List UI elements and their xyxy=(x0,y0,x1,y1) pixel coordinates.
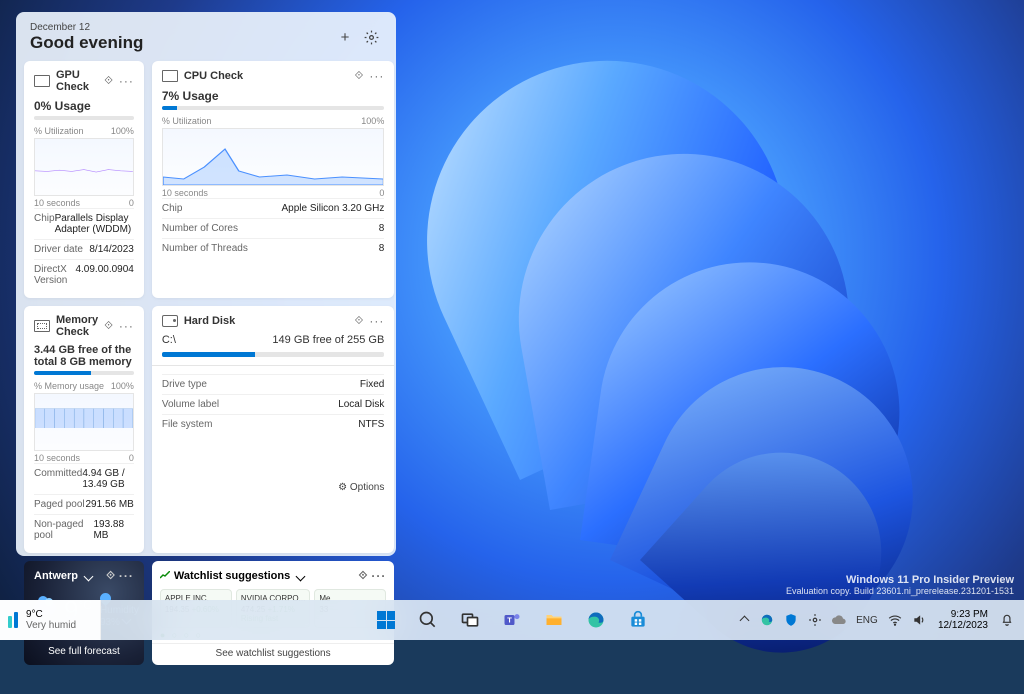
info-row: Driver date8/14/2023 xyxy=(34,239,134,259)
memory-chart xyxy=(34,393,134,451)
store-icon[interactable] xyxy=(619,601,657,639)
taskbar-weather-widget[interactable]: 9°C Very humid xyxy=(0,600,101,640)
panel-date: December 12 xyxy=(30,22,143,33)
info-row: ChipApple Silicon 3.20 GHz xyxy=(162,198,384,218)
pin-icon[interactable]: ⟐ xyxy=(104,75,113,88)
pin-icon[interactable]: ⟐ xyxy=(104,320,113,333)
tray-cloud-icon[interactable] xyxy=(828,600,850,640)
disk-free: 149 GB free of 255 GB xyxy=(272,334,384,346)
chevron-down-icon xyxy=(84,571,94,581)
info-row: Number of Threads8 xyxy=(162,238,384,258)
info-row: Paged pool291.56 MB xyxy=(34,494,134,514)
taskbar: 9°C Very humid T ENG 9:23 PM 12/12/2023 xyxy=(0,600,1024,640)
system-tray: ENG 9:23 PM 12/12/2023 xyxy=(732,600,1024,640)
tray-network-icon[interactable] xyxy=(884,600,906,640)
chevron-down-icon[interactable] xyxy=(296,571,306,581)
memory-summary: 3.44 GB free of the total 8 GB memory xyxy=(34,344,134,368)
pin-icon[interactable]: ⟐ xyxy=(106,570,115,583)
info-row: Non-paged pool193.88 MB xyxy=(34,514,134,545)
info-row: Number of Cores8 xyxy=(162,218,384,238)
see-full-forecast-link[interactable]: See full forecast xyxy=(24,646,144,657)
search-button[interactable] xyxy=(409,601,447,639)
more-icon[interactable]: ··· xyxy=(369,314,384,328)
more-icon[interactable]: ··· xyxy=(371,569,386,583)
cpu-widget: CPU Check ⟐ ··· 7% Usage % Utilization10… xyxy=(152,61,394,298)
more-icon[interactable]: ··· xyxy=(119,319,134,333)
panel-greeting: Good evening xyxy=(30,33,143,53)
cpu-icon xyxy=(162,70,178,82)
tray-clock[interactable]: 9:23 PM 12/12/2023 xyxy=(932,609,994,631)
gpu-chart xyxy=(34,138,134,196)
tray-notifications-icon[interactable] xyxy=(996,600,1018,640)
pin-icon[interactable]: ⟐ xyxy=(355,70,364,83)
trend-icon xyxy=(160,570,170,582)
cpu-usage-label: 7% Usage xyxy=(162,89,384,103)
pin-icon[interactable]: ⟐ xyxy=(355,315,364,328)
cpu-title: CPU Check xyxy=(184,70,349,82)
tray-shield-icon[interactable] xyxy=(780,600,802,640)
windows-watermark: Windows 11 Pro Insider Preview Evaluatio… xyxy=(786,574,1014,596)
cpu-chart xyxy=(162,128,384,186)
memory-usage-bar xyxy=(34,371,91,375)
gpu-usage-label: 0% Usage xyxy=(34,99,134,113)
info-row: File systemNTFS xyxy=(162,414,384,434)
teams-icon[interactable]: T xyxy=(493,601,531,639)
info-row: ChipParallels Display Adapter (WDDM) xyxy=(34,208,134,239)
tray-edge-icon[interactable] xyxy=(756,600,778,640)
info-row: DirectX Version4.09.00.0904 xyxy=(34,259,134,290)
cpu-usage-bar xyxy=(162,106,178,110)
disk-icon xyxy=(162,315,178,327)
add-widget-button[interactable]: + xyxy=(332,25,358,51)
gpu-widget: GPU Check ⟐ ··· 0% Usage % Utilization10… xyxy=(24,61,144,298)
widgets-panel: December 12 Good evening + GPU Check ⟐ ·… xyxy=(16,12,396,556)
tray-language-icon[interactable]: ENG xyxy=(852,600,882,640)
widgets-settings-button[interactable] xyxy=(358,25,384,51)
disk-options-button[interactable]: ⚙ Options xyxy=(162,482,384,493)
memory-title: Memory Check xyxy=(56,314,98,338)
edge-icon[interactable] xyxy=(577,601,615,639)
info-row: Volume labelLocal Disk xyxy=(162,394,384,414)
weather-widget-icon xyxy=(8,612,20,628)
tray-settings-icon[interactable] xyxy=(804,600,826,640)
harddisk-widget: Hard Disk ⟐ ··· C:\ 149 GB free of 255 G… xyxy=(152,306,394,553)
pin-icon[interactable]: ⟐ xyxy=(359,570,368,583)
info-row: Drive typeFixed xyxy=(162,374,384,394)
gpu-icon xyxy=(34,75,50,87)
memory-widget: Memory Check ⟐ ··· 3.44 GB free of the t… xyxy=(24,306,144,553)
tray-chevron-icon[interactable] xyxy=(732,600,754,640)
more-icon[interactable]: ··· xyxy=(369,69,384,83)
start-button[interactable] xyxy=(367,601,405,639)
disk-title: Hard Disk xyxy=(184,315,349,327)
gpu-title: GPU Check xyxy=(56,69,98,93)
taskbar-center: T xyxy=(367,601,657,639)
memory-icon xyxy=(34,320,50,332)
disk-drive: C:\ xyxy=(162,334,176,346)
weather-city: Antwerp xyxy=(34,570,78,582)
more-icon[interactable]: ··· xyxy=(119,74,134,88)
svg-text:T: T xyxy=(507,616,512,625)
see-watchlist-link[interactable]: See watchlist suggestions xyxy=(152,643,394,659)
info-row: Committed4.94 GB / 13.49 GB xyxy=(34,463,134,494)
task-view-button[interactable] xyxy=(451,601,489,639)
disk-usage-bar xyxy=(162,352,255,357)
more-icon[interactable]: ··· xyxy=(119,569,134,583)
tray-volume-icon[interactable] xyxy=(908,600,930,640)
watchlist-title: Watchlist suggestions xyxy=(174,570,290,582)
file-explorer-icon[interactable] xyxy=(535,601,573,639)
